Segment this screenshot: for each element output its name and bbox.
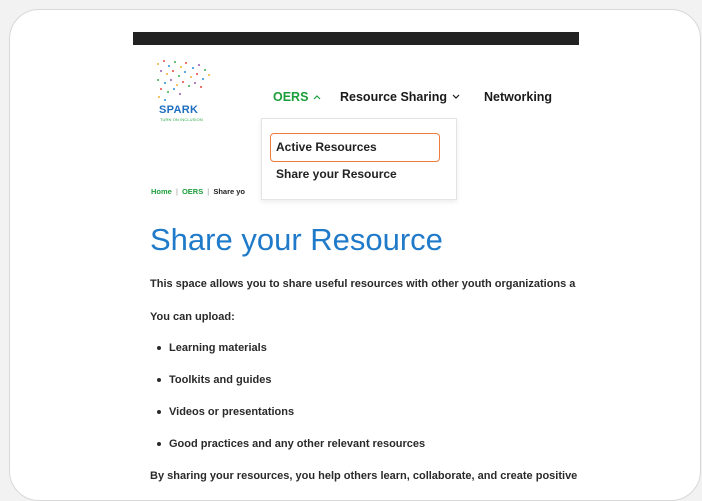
breadcrumb-current: Share yo xyxy=(213,187,246,196)
bullet-icon xyxy=(157,378,161,382)
screenshot-frame: SPARK TURN ON INCLUSION OERS Resource Sh… xyxy=(9,9,701,501)
list-item-text: Good practices and any other relevant re… xyxy=(169,438,426,450)
breadcrumb-oers[interactable]: OERS xyxy=(182,187,203,196)
page-title: Share your Resource xyxy=(150,222,443,257)
intro-paragraph: This space allows you to share useful re… xyxy=(150,278,576,290)
breadcrumb-home[interactable]: Home xyxy=(151,187,172,196)
upload-label: You can upload: xyxy=(150,311,235,323)
bullet-icon xyxy=(157,410,161,414)
bullet-icon xyxy=(157,442,161,446)
list-item-text: Videos or presentations xyxy=(169,406,295,418)
nav-resource-sharing-label: Resource Sharing xyxy=(340,90,447,104)
breadcrumb-separator: | xyxy=(175,187,178,196)
list-item: Videos or presentations xyxy=(157,406,294,418)
list-item: Good practices and any other relevant re… xyxy=(157,438,425,450)
list-item-text: Toolkits and guides xyxy=(169,374,272,386)
breadcrumb-separator: | xyxy=(207,187,210,196)
list-item-text: Learning materials xyxy=(169,342,267,354)
nav-networking[interactable]: Networking xyxy=(484,90,552,104)
dropdown-item-active-resources[interactable]: Active Resources xyxy=(276,140,377,154)
list-item: Learning materials xyxy=(157,342,267,354)
logo-wordmark: SPARK xyxy=(159,104,199,116)
nav-oers[interactable]: OERS xyxy=(273,90,321,104)
breadcrumb: Home | OERS | Share yo xyxy=(151,187,245,196)
dropdown-item-share-your-resource[interactable]: Share your Resource xyxy=(276,167,397,181)
chevron-down-icon xyxy=(452,94,460,100)
bullet-icon xyxy=(157,346,161,350)
nav-networking-label: Networking xyxy=(484,90,553,104)
list-item: Toolkits and guides xyxy=(157,374,271,386)
oers-dropdown-menu: Active Resources Share your Resource xyxy=(261,118,457,200)
chevron-up-icon xyxy=(313,94,321,100)
closing-paragraph: By sharing your resources, you help othe… xyxy=(150,470,578,482)
browser-viewport: SPARK TURN ON INCLUSION OERS Resource Sh… xyxy=(133,32,579,500)
site-logo[interactable]: SPARK TURN ON INCLUSION xyxy=(151,58,219,122)
logo-tagline: TURN ON INCLUSION xyxy=(160,117,203,122)
nav-oers-label: OERS xyxy=(273,90,309,104)
spark-dots-icon xyxy=(157,60,210,101)
nav-resource-sharing[interactable]: Resource Sharing xyxy=(340,90,460,104)
top-bar xyxy=(133,32,579,45)
